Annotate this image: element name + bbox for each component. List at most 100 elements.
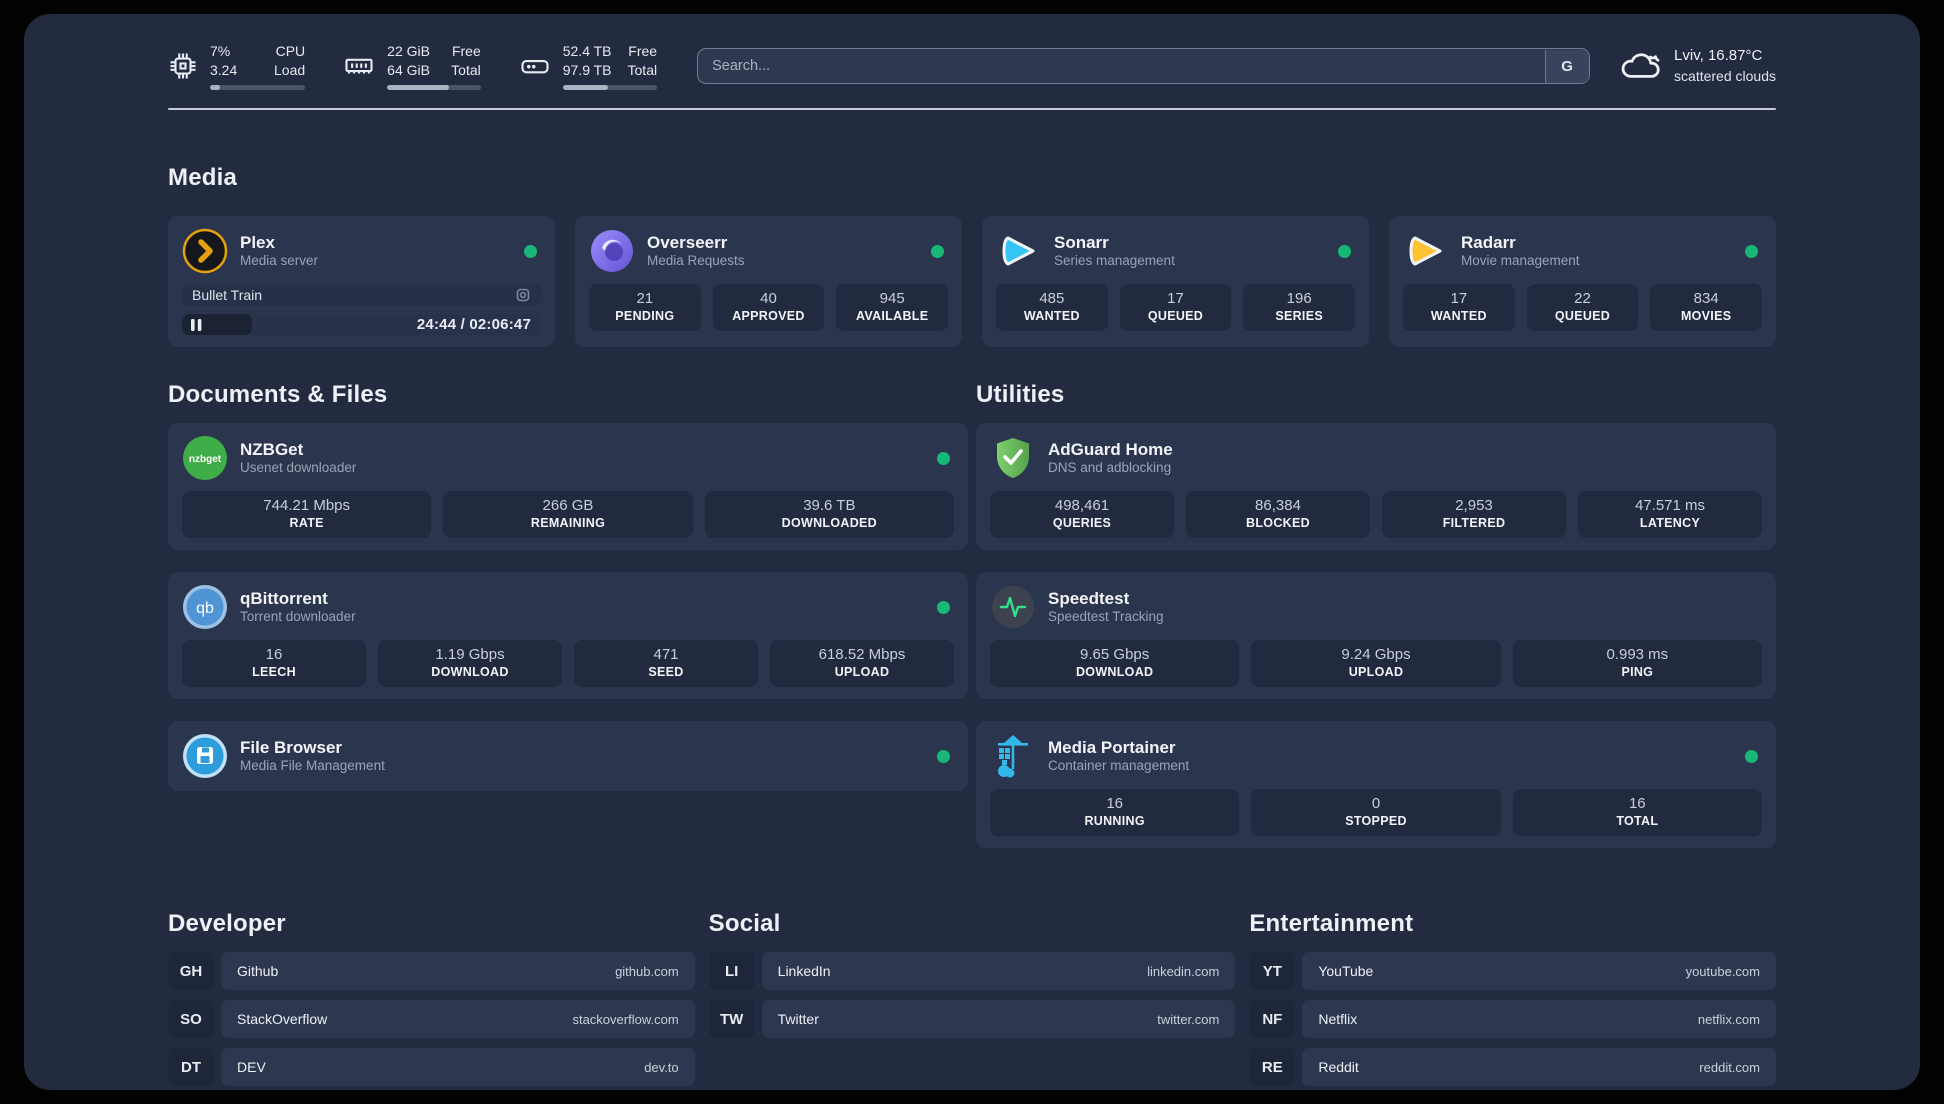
app-card-speedtest[interactable]: Speedtest Speedtest Tracking 9.65 Gbps D… — [976, 572, 1776, 699]
cpu-icon — [168, 51, 198, 81]
status-dot — [1745, 749, 1758, 763]
stat-tile: 485 WANTED — [996, 284, 1108, 331]
sonarr-icon — [996, 228, 1042, 274]
ram-icon — [343, 51, 375, 81]
plex-icon — [182, 228, 228, 274]
stat-tile: 16 RUNNING — [990, 789, 1240, 836]
status-dot — [937, 749, 950, 763]
portainer-icon — [990, 733, 1036, 779]
link-url: dev.to — [644, 1059, 679, 1075]
app-card-radarr[interactable]: Radarr Movie management 17 WANTED 22 QUE… — [1389, 216, 1776, 347]
pause-icon[interactable] — [191, 318, 202, 331]
app-desc: Media server — [240, 253, 319, 269]
app-desc: Series management — [1054, 253, 1175, 269]
link-row-github[interactable]: GH Github github.com — [168, 952, 695, 990]
link-name: StackOverflow — [237, 1011, 328, 1027]
cpu-label: CPU — [275, 43, 306, 60]
stat-tile: 618.52 Mbps UPLOAD — [770, 640, 954, 687]
status-dot — [1338, 244, 1351, 258]
app-name: NZBGet — [240, 439, 304, 459]
link-name: DEV — [237, 1059, 266, 1075]
storage-total-label: Total — [627, 61, 658, 78]
stat-tile: 40 APPROVED — [712, 284, 825, 331]
link-name: Reddit — [1318, 1059, 1359, 1075]
status-dot — [931, 244, 944, 258]
stat-tile: 9.65 Gbps DOWNLOAD — [990, 640, 1240, 687]
cpu-progressbar — [210, 84, 306, 90]
memory-total-label: Total — [451, 61, 481, 78]
header-divider — [168, 108, 1776, 110]
app-card-overseerr[interactable]: Overseerr Media Requests 21 PENDING 40 A… — [575, 216, 962, 347]
stat-tile: 945 AVAILABLE — [836, 284, 948, 331]
link-row-dev[interactable]: DT DEV dev.to — [168, 1048, 695, 1086]
status-dot — [937, 451, 950, 465]
system-metrics: 7% 3.24 CPU Load 22 GiB 64 GiB Free Tota… — [168, 42, 658, 90]
speedtest-icon — [990, 584, 1036, 630]
now-playing-title: Bullet Train — [192, 287, 263, 304]
stat-tile: 498,461 QUERIES — [990, 491, 1174, 538]
stat-tile: 22 QUEUED — [1526, 284, 1639, 331]
storage-total-value: 97.9 TB — [562, 61, 612, 78]
app-desc: Movie management — [1461, 253, 1580, 269]
section-title-entertainment: Entertainment — [1249, 910, 1414, 937]
search-engine-button[interactable]: G — [1544, 49, 1589, 83]
link-abbr: GH — [168, 952, 214, 990]
adguard-icon — [990, 435, 1036, 481]
app-name: Speedtest — [1048, 588, 1130, 608]
link-row-twitter[interactable]: TW Twitter twitter.com — [708, 1000, 1236, 1038]
app-card-nzbget[interactable]: nzbget NZBGet Usenet downloader 744.21 M… — [168, 423, 968, 550]
link-abbr: LI — [708, 952, 755, 990]
search-input[interactable] — [697, 48, 1591, 84]
qbittorrent-icon: qb — [182, 584, 228, 630]
app-card-qbittorrent[interactable]: qb qBittorrent Torrent downloader 16 LEE… — [168, 572, 968, 699]
link-url: youtube.com — [1685, 963, 1760, 979]
stat-tile: 17 QUEUED — [1119, 284, 1232, 331]
stat-tile: 0 STOPPED — [1251, 789, 1501, 836]
dashboard-panel: 7% 3.24 CPU Load 22 GiB 64 GiB Free Tota… — [24, 14, 1920, 1090]
app-card-adguard[interactable]: AdGuard Home DNS and adblocking 498,461 … — [976, 423, 1776, 550]
app-name: qBittorrent — [240, 588, 328, 608]
screenshot-icon[interactable] — [515, 287, 531, 303]
cpu-load-label: Load — [274, 61, 306, 78]
link-name: Netflix — [1318, 1011, 1358, 1027]
weather-widget: Lviv, 16.87°C scattered clouds — [1618, 46, 1776, 85]
app-name: Plex — [240, 232, 275, 252]
link-row-stackoverflow[interactable]: SO StackOverflow stackoverflow.com — [168, 1000, 695, 1038]
app-card-sonarr[interactable]: Sonarr Series management 485 WANTED 17 Q… — [982, 216, 1369, 347]
now-playing-row: Bullet Train — [182, 284, 541, 307]
svg-text:nzbget: nzbget — [189, 454, 222, 465]
weather-condition: scattered clouds — [1674, 67, 1776, 84]
link-url: stackoverflow.com — [572, 1011, 679, 1027]
stat-tile: 834 MOVIES — [1650, 284, 1762, 331]
app-card-filebrowser[interactable]: File Browser Media File Management — [168, 721, 968, 791]
app-card-plex[interactable]: Plex Media server Bullet Train 24:44 / 0… — [168, 216, 555, 347]
stat-tile: 196 SERIES — [1243, 284, 1355, 331]
section-title-social: Social — [708, 910, 781, 937]
link-row-netflix[interactable]: NF Netflix netflix.com — [1249, 1000, 1776, 1038]
storage-free-value: 52.4 TB — [562, 43, 612, 60]
svg-text:qb: qb — [196, 600, 214, 617]
app-name: Sonarr — [1054, 232, 1109, 252]
link-row-linkedin[interactable]: LI LinkedIn linkedin.com — [708, 952, 1236, 990]
section-title-media: Media — [168, 164, 238, 191]
app-desc: DNS and adblocking — [1048, 460, 1172, 476]
stat-tile: 9.24 Gbps UPLOAD — [1251, 640, 1501, 687]
section-title-developer: Developer — [168, 910, 286, 937]
stat-tile: 16 LEECH — [182, 640, 366, 687]
link-name: Github — [237, 963, 279, 979]
filebrowser-icon — [182, 733, 228, 779]
disk-icon — [519, 51, 551, 81]
stat-tile: 86,384 BLOCKED — [1186, 491, 1370, 538]
cloud-icon — [1618, 47, 1662, 85]
memory-total-value: 64 GiB — [387, 61, 430, 78]
playback-time: 24:44 / 02:06:47 — [416, 316, 531, 334]
link-abbr: TW — [708, 1000, 755, 1038]
cpu-metric: 7% 3.24 CPU Load — [168, 42, 306, 90]
link-row-reddit[interactable]: RE Reddit reddit.com — [1249, 1048, 1776, 1086]
stat-tile: 744.21 Mbps RATE — [182, 491, 432, 538]
app-card-portainer[interactable]: Media Portainer Container management 16 … — [976, 721, 1776, 848]
app-desc: Usenet downloader — [240, 460, 357, 476]
status-dot — [937, 600, 950, 614]
stat-tile: 1.19 Gbps DOWNLOAD — [378, 640, 562, 687]
link-row-youtube[interactable]: YT YouTube youtube.com — [1249, 952, 1776, 990]
